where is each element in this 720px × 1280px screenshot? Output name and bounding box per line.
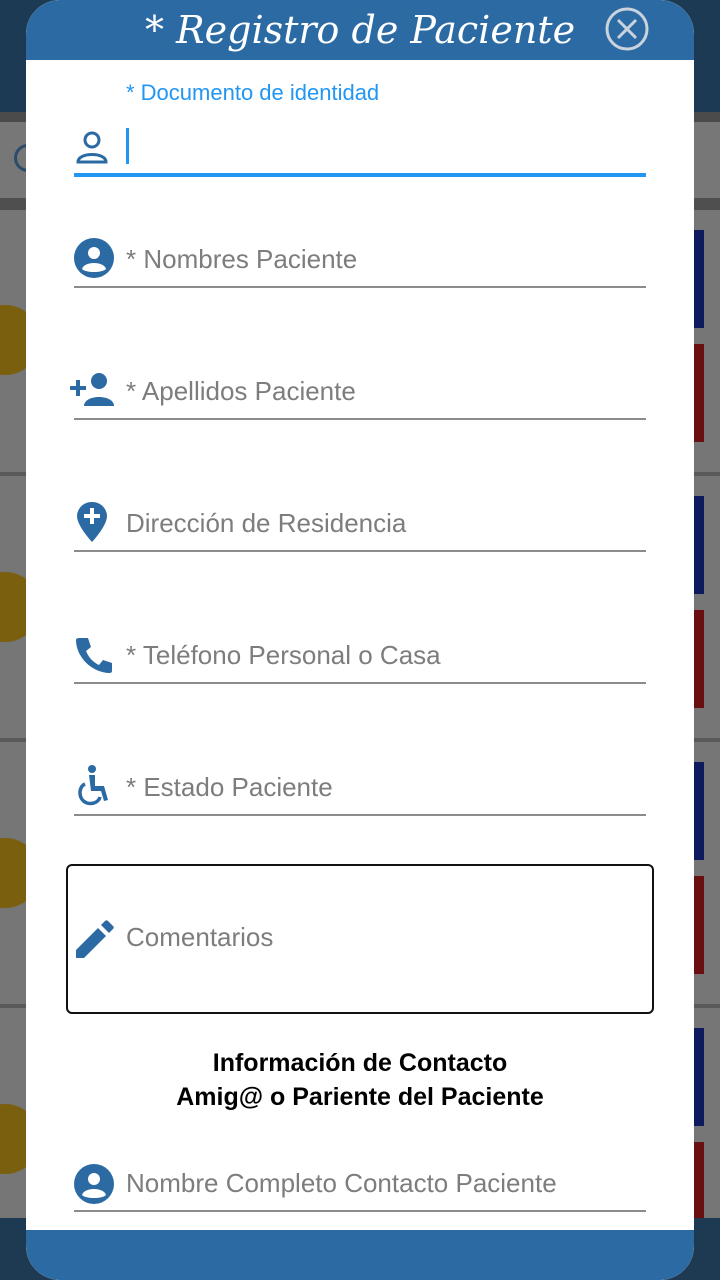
comments-field[interactable]: Comentarios xyxy=(74,918,646,962)
close-circle-icon xyxy=(605,7,649,51)
patient-registration-dialog: * Registro de Paciente * Documento de id… xyxy=(26,0,694,1280)
names-field[interactable]: * Nombres Paciente xyxy=(74,236,646,288)
account-circle-icon xyxy=(74,1164,114,1204)
contact-heading-line2: Amig@ o Pariente del Paciente xyxy=(176,1083,544,1111)
surnames-underline xyxy=(74,418,646,420)
phone-field[interactable]: * Teléfono Personal o Casa xyxy=(74,632,646,684)
person-outline-icon xyxy=(74,128,114,168)
contact-section-heading: Información de Contacto Amig@ o Pariente… xyxy=(26,1046,694,1114)
dialog-title: * Registro de Paciente xyxy=(144,8,576,52)
address-underline xyxy=(74,550,646,552)
status-underline xyxy=(74,814,646,816)
status-field[interactable]: * Estado Paciente xyxy=(74,764,646,816)
phone-underline xyxy=(74,682,646,684)
surnames-placeholder: * Apellidos Paciente xyxy=(126,376,356,406)
accessible-icon xyxy=(74,764,114,806)
comments-placeholder: Comentarios xyxy=(126,922,274,952)
address-placeholder: Dirección de Residencia xyxy=(126,508,407,538)
close-button[interactable] xyxy=(604,6,650,52)
document-field-underline xyxy=(74,173,646,177)
document-field[interactable] xyxy=(74,126,646,176)
dialog-header: * Registro de Paciente xyxy=(26,0,694,60)
contact-name-field[interactable]: Nombre Completo Contacto Paciente xyxy=(74,1162,646,1214)
address-field[interactable]: Dirección de Residencia xyxy=(74,500,646,552)
text-cursor xyxy=(126,128,129,164)
names-underline xyxy=(74,286,646,288)
pencil-icon xyxy=(74,920,114,960)
phone-icon xyxy=(74,634,114,674)
dialog-footer xyxy=(26,1230,694,1280)
contact-name-underline xyxy=(74,1210,646,1212)
location-plus-icon xyxy=(74,500,114,542)
contact-name-placeholder: Nombre Completo Contacto Paciente xyxy=(126,1168,557,1198)
names-placeholder: * Nombres Paciente xyxy=(126,244,358,274)
account-circle-icon xyxy=(74,238,114,278)
person-add-icon xyxy=(68,370,116,410)
contact-heading-line1: Información de Contacto xyxy=(212,1049,508,1077)
status-placeholder: * Estado Paciente xyxy=(126,772,333,802)
phone-placeholder: * Teléfono Personal o Casa xyxy=(126,640,441,670)
document-field-label: * Documento de identidad xyxy=(126,80,380,105)
surnames-field[interactable]: * Apellidos Paciente xyxy=(70,368,646,420)
